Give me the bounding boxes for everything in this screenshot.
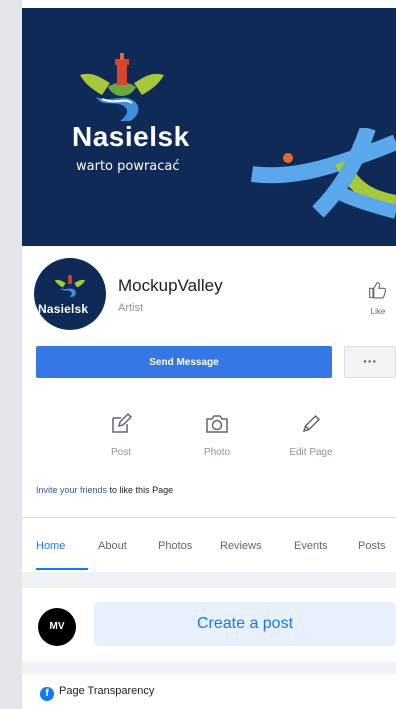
tab-home[interactable]: Home: [36, 540, 65, 552]
pencil-icon: [302, 414, 321, 433]
photo-action-label: Photo: [203, 447, 231, 458]
tab-reviews[interactable]: Reviews: [220, 540, 262, 552]
avatar-text: Nasielsk: [38, 302, 89, 316]
page-tabs: Home About Photos Reviews Events Posts: [22, 526, 396, 570]
edit-icon: [112, 412, 133, 433]
section-gap: [22, 572, 396, 588]
send-message-button[interactable]: Send Message: [36, 346, 332, 378]
create-post-input[interactable]: Create a post: [94, 602, 396, 646]
page-avatar[interactable]: Nasielsk: [34, 258, 106, 330]
section-divider: [22, 517, 396, 518]
cover-title: Nasielsk: [72, 121, 190, 152]
edit-page-action-label: Edit Page: [289, 447, 333, 458]
active-tab-indicator: [36, 568, 88, 570]
tab-events[interactable]: Events: [294, 540, 328, 552]
river-graphic: [250, 128, 396, 219]
tab-photos[interactable]: Photos: [158, 540, 192, 552]
top-strip: [22, 0, 396, 8]
facebook-icon: f: [40, 687, 54, 701]
more-options-button[interactable]: ···: [344, 346, 396, 378]
like-button[interactable]: Like: [358, 280, 396, 316]
tab-posts[interactable]: Posts: [358, 540, 386, 552]
post-action-label: Post: [110, 447, 131, 458]
thumbs-up-icon: [369, 281, 387, 299]
nasielsk-logo-mark: [80, 53, 164, 121]
app-frame: Nasielsk warto powracać Nasielsk MockupV…: [0, 0, 396, 709]
facebook-page-screen: Nasielsk warto powracać Nasielsk MockupV…: [22, 0, 396, 709]
section-gap-2: [22, 662, 396, 674]
edit-page-action[interactable]: Edit Page: [276, 412, 346, 458]
page-category: Artist: [118, 302, 144, 314]
invite-friends-link[interactable]: Invite your friends: [36, 485, 107, 495]
page-transparency[interactable]: f Page Transparency: [40, 685, 154, 701]
page-name[interactable]: MockupValley: [118, 276, 223, 296]
page-transparency-label: Page Transparency: [59, 685, 155, 697]
avatar-logo-icon: [54, 275, 86, 297]
cover-photo[interactable]: Nasielsk warto powracać: [22, 8, 396, 246]
invite-text: Invite your friends to like this Page: [36, 485, 173, 495]
photo-action[interactable]: Photo: [182, 412, 252, 458]
left-margin: [0, 0, 22, 709]
composer-avatar[interactable]: MV: [38, 608, 76, 646]
like-label: Like: [370, 307, 386, 316]
tab-about[interactable]: About: [98, 540, 127, 552]
post-action[interactable]: Post: [86, 412, 156, 458]
cover-tagline: warto powracać: [76, 159, 180, 174]
invite-rest: to like this Page: [107, 485, 174, 495]
camera-icon: [206, 415, 228, 433]
